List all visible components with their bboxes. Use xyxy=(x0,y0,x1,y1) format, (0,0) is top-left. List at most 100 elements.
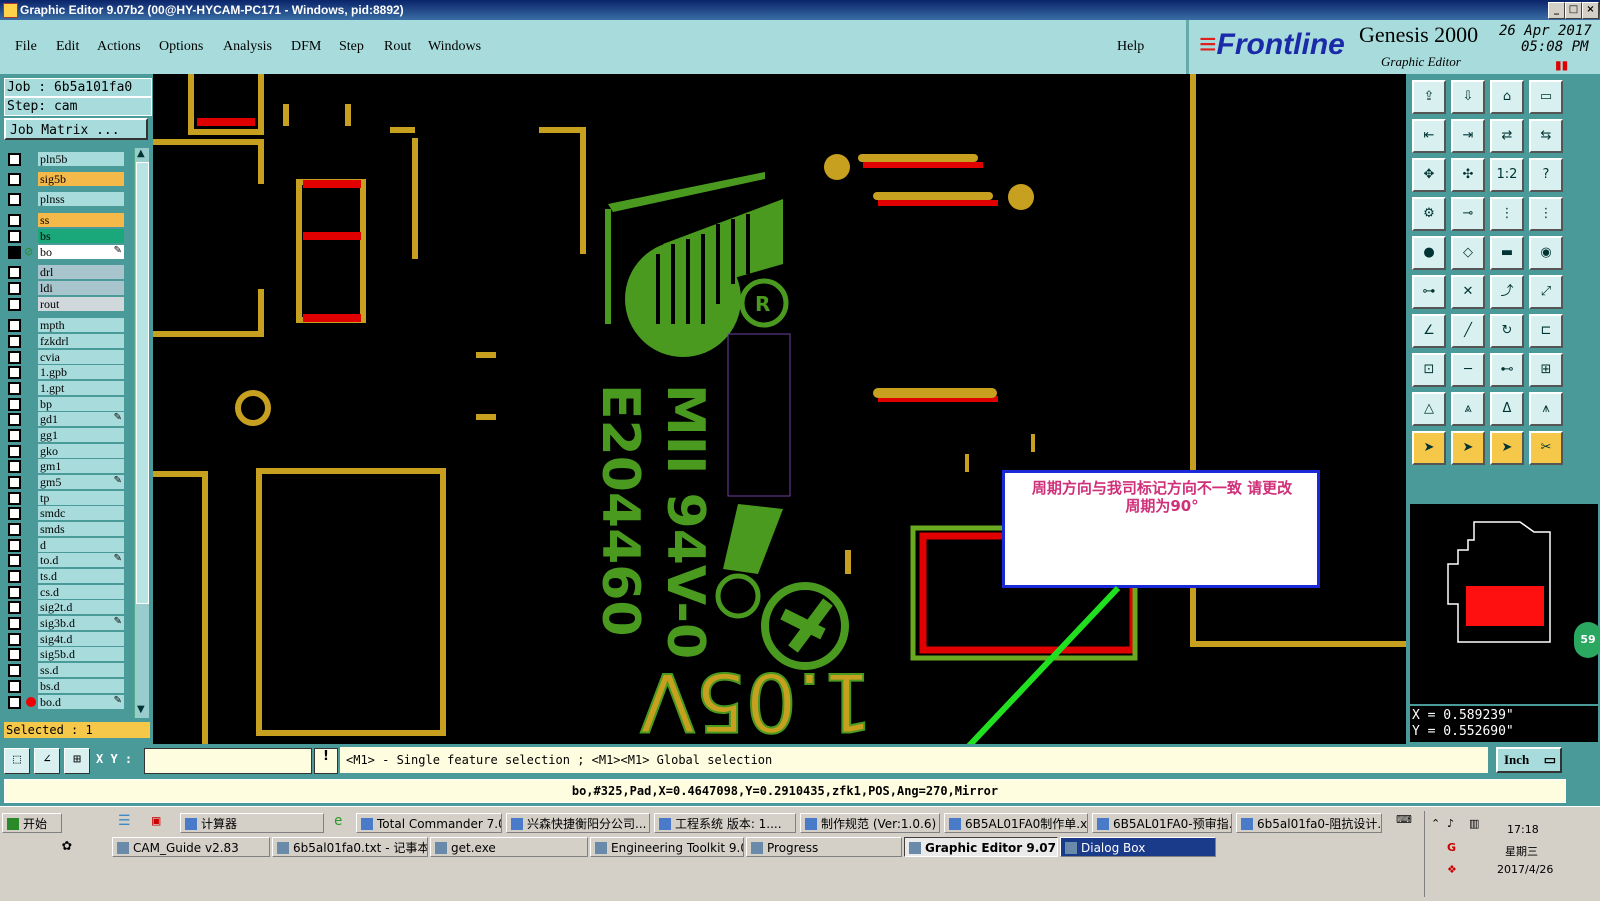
layer-checkbox[interactable] xyxy=(8,351,21,364)
shell-icon[interactable]: ✿ xyxy=(62,835,86,859)
layer-row-sig3b-d[interactable]: sig3b.d ✎ xyxy=(4,616,126,630)
taskbar-button[interactable]: Dialog Box xyxy=(1060,837,1216,857)
select-alt-icon[interactable]: ➤ xyxy=(1451,431,1485,465)
quicklaunch-icon[interactable]: ☰ xyxy=(118,813,138,833)
layer-checkbox[interactable] xyxy=(8,266,21,279)
taskbar-button[interactable]: Progress xyxy=(746,837,902,857)
layer-checkbox[interactable] xyxy=(8,601,21,614)
pattern-icon[interactable]: ⊡ xyxy=(1412,353,1446,387)
scroll-down-icon[interactable]: ▼ xyxy=(137,704,145,715)
taskbar-button[interactable]: 6b5al01fa0.txt - 记事本 xyxy=(272,837,428,857)
layer-checkbox[interactable] xyxy=(8,282,21,295)
layer-checkbox[interactable] xyxy=(8,507,21,520)
menu-analysis[interactable]: Analysis xyxy=(223,39,272,55)
layer-row-gm5[interactable]: gm5 ✎ xyxy=(4,475,126,489)
layer-checkbox[interactable] xyxy=(8,413,21,426)
layer-checkbox[interactable] xyxy=(8,398,21,411)
tray-volume-icon[interactable]: ♪ xyxy=(1447,817,1454,830)
layer-checkbox[interactable] xyxy=(8,570,21,583)
triangle-icon[interactable]: ⩓ xyxy=(1451,392,1485,426)
zoom-fit-icon[interactable]: ✥ xyxy=(1412,158,1446,192)
layer-row-bp[interactable]: bp xyxy=(4,397,126,411)
maximize-button[interactable]: □ xyxy=(1565,2,1582,19)
layer-row-tp[interactable]: tp xyxy=(4,491,126,505)
taskbar-button[interactable]: Engineering Toolkit 9.07... xyxy=(590,837,744,857)
layer-row-gm1[interactable]: gm1 xyxy=(4,459,126,473)
pan-down-icon[interactable]: ⇩ xyxy=(1451,80,1485,114)
layer-row-sig5b[interactable]: sig5b xyxy=(4,172,126,186)
layer-checkbox[interactable] xyxy=(8,335,21,348)
tray-keyboard-icon[interactable]: ⌨ xyxy=(1396,813,1420,873)
layer-row-fzkdrl[interactable]: fzkdrl xyxy=(4,334,126,348)
move-icon[interactable]: ⤴ xyxy=(1490,275,1524,309)
layer-row-1-gpb[interactable]: 1.gpb xyxy=(4,365,126,379)
dialog-box[interactable]: 周期方向与我司标记方向不一致 请更改 周期为90° xyxy=(1002,470,1320,588)
home-icon[interactable]: ⌂ xyxy=(1490,80,1524,114)
layer-row-ldi[interactable]: ldi xyxy=(4,281,126,295)
taskbar-button[interactable]: 制作规范 (Ver:1.0.6) xyxy=(800,813,940,833)
layer-row-bo-d[interactable]: bo.d ✎ xyxy=(4,695,126,709)
layer-checkbox[interactable] xyxy=(8,319,21,332)
select-icon[interactable]: ➤ xyxy=(1412,431,1446,465)
stretch-icon[interactable]: ⤢ xyxy=(1529,275,1563,309)
layer-checkbox[interactable] xyxy=(8,193,21,206)
layer-checkbox[interactable] xyxy=(8,648,21,661)
warning-icon[interactable]: △ xyxy=(1412,392,1446,426)
layer-checkbox[interactable] xyxy=(8,523,21,536)
layer-row-smdc[interactable]: smdc xyxy=(4,506,126,520)
scale-icon[interactable]: 1:2 xyxy=(1490,158,1524,192)
cut-icon[interactable]: ✂ xyxy=(1529,431,1563,465)
layer-checkbox[interactable] xyxy=(8,696,21,709)
layer-checkbox[interactable] xyxy=(8,382,21,395)
pdf-icon[interactable]: ▣ xyxy=(152,813,172,833)
taskbar-button[interactable]: Total Commander 7.0 ... xyxy=(356,813,502,833)
layer-row-rout[interactable]: rout xyxy=(4,297,126,311)
pan-up-icon[interactable]: ⇪ xyxy=(1412,80,1446,114)
layer-checkbox[interactable] xyxy=(8,230,21,243)
flip-icon[interactable]: ⇆ xyxy=(1529,119,1563,153)
taskbar-button[interactable]: 工程系统 版本: 1.... xyxy=(654,813,796,833)
zoom-area-icon[interactable]: ⬚ xyxy=(4,748,30,774)
layer-checkbox[interactable] xyxy=(8,429,21,442)
layer-down-icon[interactable]: ⋮ xyxy=(1529,197,1563,231)
layer-row-1-gpt[interactable]: 1.gpt xyxy=(4,381,126,395)
menu-edit[interactable]: Edit xyxy=(56,39,79,55)
units-selector[interactable]: Inch ▭ xyxy=(1496,747,1562,773)
layer-scrollbar[interactable]: ▲ ▼ xyxy=(134,148,149,718)
layer-checkbox[interactable] xyxy=(8,298,21,311)
pan-left-icon[interactable]: ⇤ xyxy=(1412,119,1446,153)
connect-icon[interactable]: ⊶ xyxy=(1412,275,1446,309)
select-circle-icon[interactable]: ➤ xyxy=(1490,431,1524,465)
layer-row-ts-d[interactable]: ts.d xyxy=(4,569,126,583)
layer-checkbox[interactable] xyxy=(8,445,21,458)
array-icon[interactable]: ⊞ xyxy=(1529,353,1563,387)
pan-right-icon[interactable]: ⇥ xyxy=(1451,119,1485,153)
layer-row-cs-d[interactable]: cs.d xyxy=(4,585,126,599)
taskbar-button[interactable]: 6B5AL01FA0-预审指... xyxy=(1092,813,1232,833)
minimize-button[interactable]: _ xyxy=(1548,2,1565,19)
delta-icon[interactable]: Δ xyxy=(1490,392,1524,426)
menu-file[interactable]: File xyxy=(15,39,37,55)
layer-row-gd1[interactable]: gd1 ✎ xyxy=(4,412,126,426)
layer-row-cvia[interactable]: cvia xyxy=(4,350,126,364)
layer-row-sig2t-d[interactable]: sig2t.d xyxy=(4,600,126,614)
minimap-badge[interactable]: 59 xyxy=(1574,622,1600,658)
menu-options[interactable]: Options xyxy=(159,39,203,55)
layer-row-mpth[interactable]: mpth xyxy=(4,318,126,332)
window-icon[interactable]: ▭ xyxy=(1529,80,1563,114)
layer-checkbox[interactable] xyxy=(8,173,21,186)
taskbar-button[interactable]: 6b5al01fa0-阻抗设计... xyxy=(1236,813,1382,833)
layer-row-drl[interactable]: drl xyxy=(4,265,126,279)
line-icon[interactable]: ▬ xyxy=(1490,236,1524,270)
layer-row-smds[interactable]: smds xyxy=(4,522,126,536)
layer-row-sig5b-d[interactable]: sig5b.d xyxy=(4,647,126,661)
zoom-icon[interactable]: ✣ xyxy=(1451,158,1485,192)
layer-checkbox[interactable] xyxy=(8,680,21,693)
scroll-up-icon[interactable]: ▲ xyxy=(137,148,145,159)
circle-icon[interactable]: ◉ xyxy=(1529,236,1563,270)
layer-row-to-d[interactable]: to.d ✎ xyxy=(4,553,126,567)
layer-checkbox[interactable] xyxy=(8,664,21,677)
measure-icon[interactable]: ⊷ xyxy=(1490,353,1524,387)
taskbar-button[interactable]: 兴森快捷衡阳分公司... xyxy=(506,813,650,833)
layer-row-bo[interactable]: ⊘ bo ✎ xyxy=(4,245,126,259)
